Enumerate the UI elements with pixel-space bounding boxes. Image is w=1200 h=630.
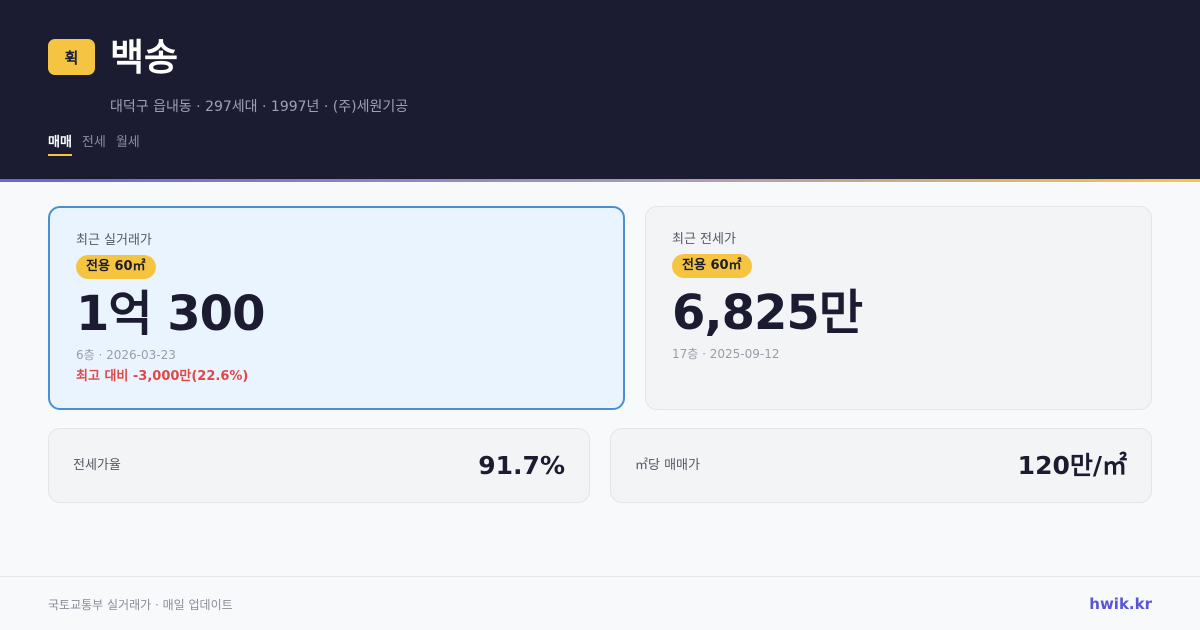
complex-subtitle: 대덕구 읍내동 · 297세대 · 1997년 · (주)세원기공 [110, 99, 409, 115]
tab-sale[interactable]: 매매 [48, 133, 72, 156]
logo-badge[interactable]: 휙 [48, 39, 95, 75]
tab-jeonse[interactable]: 전세 [82, 133, 106, 156]
price-per-sqm-value: 120만/㎡ [1017, 451, 1127, 480]
sale-meta: 6층 · 2026-03-23 [76, 348, 176, 362]
sale-price: 1억 300 [76, 286, 265, 342]
jeonse-ratio-stat: 전세가율 91.7% [48, 428, 590, 503]
header-accent-line [0, 179, 1200, 182]
price-per-sqm-label: ㎡당 매매가 [635, 458, 700, 473]
jeonse-area-badge: 전용 60㎡ [672, 254, 752, 278]
jeonse-card-label: 최근 전세가 [672, 232, 736, 247]
tab-monthly-rent[interactable]: 월세 [116, 133, 140, 156]
jeonse-ratio-value: 91.7% [478, 451, 565, 480]
sale-diff-from-peak: 최고 대비 -3,000만(22.6%) [76, 369, 249, 384]
recent-sale-card[interactable]: 최근 실거래가 전용 60㎡ 1억 300 6층 · 2026-03-23 최고… [48, 206, 625, 410]
brand-link[interactable]: hwik.kr [1089, 594, 1152, 614]
page-title: 백송 [110, 36, 179, 79]
jeonse-ratio-label: 전세가율 [73, 458, 121, 473]
footer: 국토교통부 실거래가 · 매일 업데이트 hwik.kr [0, 576, 1200, 630]
jeonse-price: 6,825만 [672, 285, 863, 341]
header: 휙 백송 대덕구 읍내동 · 297세대 · 1997년 · (주)세원기공 매… [0, 0, 1200, 179]
data-source-note: 국토교통부 실거래가 · 매일 업데이트 [48, 598, 233, 612]
jeonse-meta: 17층 · 2025-09-12 [672, 347, 780, 361]
price-per-sqm-stat: ㎡당 매매가 120만/㎡ [610, 428, 1152, 503]
deal-type-tabs: 매매 전세 월세 [48, 133, 140, 156]
sale-area-badge: 전용 60㎡ [76, 255, 156, 279]
recent-jeonse-card[interactable]: 최근 전세가 전용 60㎡ 6,825만 17층 · 2025-09-12 [645, 206, 1152, 410]
sale-card-label: 최근 실거래가 [76, 233, 152, 248]
